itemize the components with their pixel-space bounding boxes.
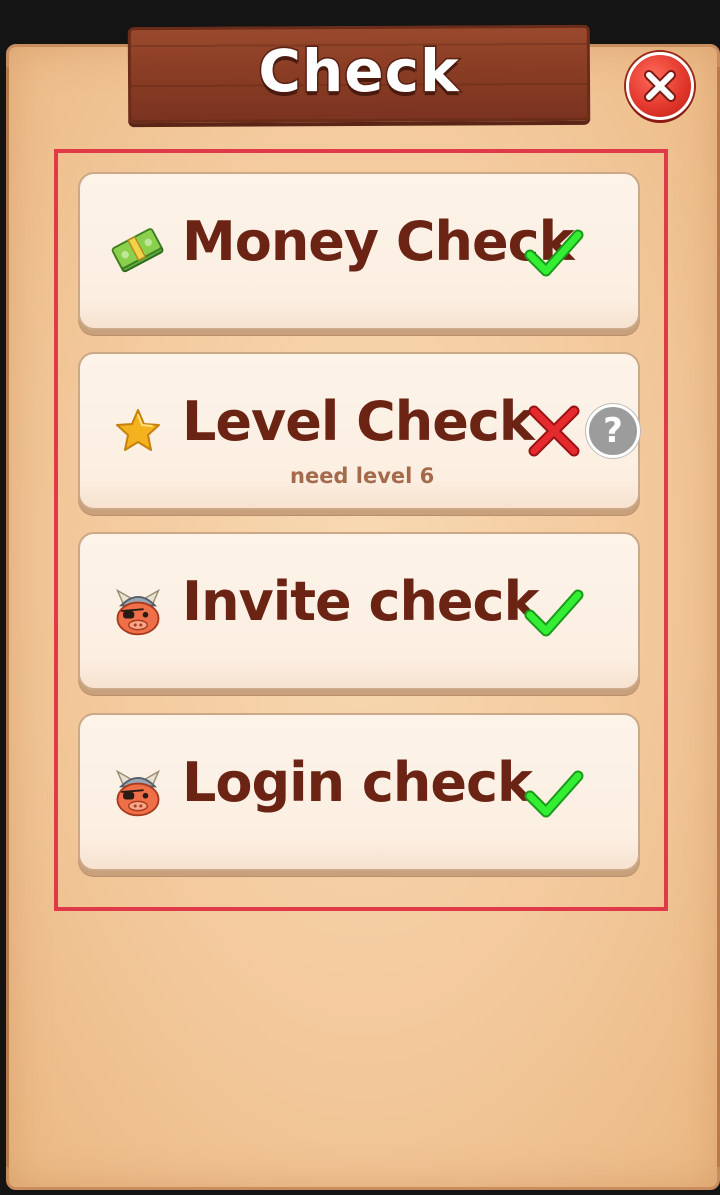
cross-mark-icon bbox=[528, 405, 580, 457]
check-mark-icon bbox=[524, 229, 584, 277]
level-check-label: Level Check bbox=[182, 390, 535, 453]
close-button[interactable] bbox=[626, 52, 694, 120]
help-icon: ? bbox=[603, 411, 623, 451]
level-requirement-text: need level 6 bbox=[290, 464, 435, 488]
close-icon bbox=[644, 70, 676, 102]
help-button[interactable]: ? bbox=[586, 404, 640, 458]
panel-edge-left bbox=[6, 67, 23, 1167]
viking-mascot-icon bbox=[110, 764, 166, 820]
invite-check-label: Invite check bbox=[182, 570, 539, 633]
money-check-label: Money Check bbox=[182, 210, 575, 273]
star-icon bbox=[110, 403, 166, 459]
login-check-label: Login check bbox=[182, 751, 533, 814]
check-mark-icon bbox=[524, 589, 584, 637]
check-mark-icon bbox=[524, 770, 584, 818]
panel-edge-right bbox=[703, 67, 720, 1167]
money-check-card[interactable]: Money Check bbox=[78, 172, 640, 330]
money-icon bbox=[110, 223, 166, 279]
level-check-card[interactable]: Level Check need level 6 ? bbox=[78, 352, 640, 510]
invite-check-card[interactable]: Invite check bbox=[78, 532, 640, 690]
login-check-card[interactable]: Login check bbox=[78, 713, 640, 871]
viking-mascot-icon bbox=[110, 583, 166, 639]
dialog-title: Check bbox=[257, 36, 460, 107]
